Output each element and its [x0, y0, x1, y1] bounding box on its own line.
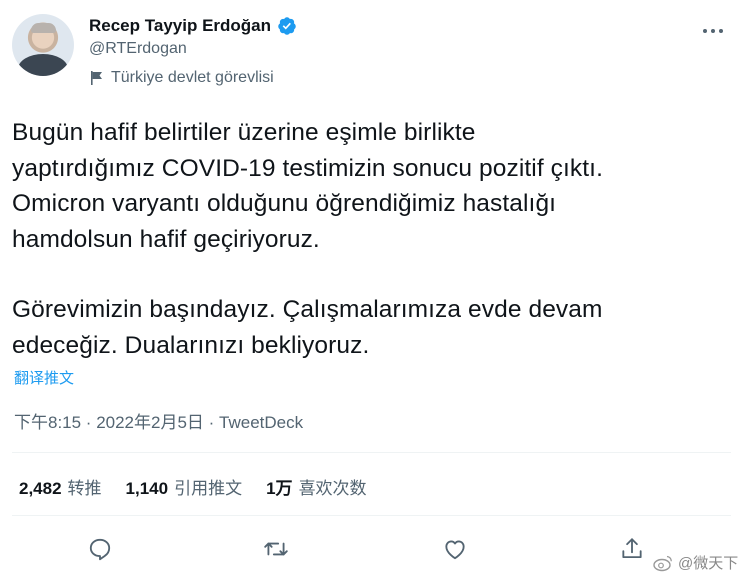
more-icon-dot [703, 29, 707, 33]
translate-link[interactable]: 翻译推文 [14, 367, 74, 388]
heart-icon [445, 540, 465, 560]
weibo-logo-icon [653, 555, 672, 571]
handle[interactable]: @RTErdogan [89, 40, 187, 58]
tweet-line: hamdolsun hafif geçiriyoruz. [12, 225, 320, 253]
avatar[interactable] [12, 14, 74, 76]
avatar-hair [31, 23, 56, 33]
quotes-label: 引用推文 [174, 479, 243, 498]
retweets-label: 转推 [67, 479, 102, 498]
reply-button[interactable] [83, 532, 117, 566]
retweets-count: 2,482 [19, 479, 62, 498]
tweet-line: Omicron varyantı olduğunu öğrendiğimiz h… [12, 190, 557, 217]
like-button[interactable] [438, 532, 472, 566]
tweet-line: Bugün hafif belirtiler üzerine eşimle bi… [12, 119, 476, 146]
tweet-line: edeceğiz. Dualarınızı bekliyoruz. [12, 331, 370, 359]
action-bar [0, 532, 743, 568]
stats-row: 2,482 转推 1,140 引用推文 1万 喜欢次数 [19, 474, 367, 499]
flag-icon [91, 71, 102, 85]
display-name[interactable]: Recep Tayyip Erdoğan [89, 16, 271, 36]
watermark-text: @微天下 [678, 555, 739, 572]
share-icon [622, 538, 642, 559]
likes-label: 喜欢次数 [298, 479, 367, 498]
divider [12, 452, 731, 453]
verified-badge-icon [278, 17, 296, 35]
name-row: Recep Tayyip Erdoğan [89, 14, 297, 38]
account-label: Türkiye devlet görevlisi [89, 69, 274, 87]
more-button[interactable] [698, 16, 728, 46]
quotes-stat[interactable]: 1,140 引用推文 [126, 474, 243, 499]
tweet-meta[interactable]: 下午8:15 · 2022年2月5日 · TweetDeck [14, 408, 303, 433]
likes-count: 1万 [266, 479, 293, 498]
retweet-button[interactable] [259, 532, 293, 566]
reply-icon [89, 538, 111, 561]
likes-stat[interactable]: 1万 喜欢次数 [266, 474, 366, 499]
retweets-stat[interactable]: 2,482 转推 [19, 474, 102, 499]
watermark: @微天下 [652, 552, 738, 573]
retweet-icon [264, 542, 288, 556]
tweet-header: Recep Tayyip Erdoğan @RTErdogan Türkiye … [12, 12, 732, 92]
quotes-count: 1,140 [125, 479, 169, 498]
tweet-text: Bugün hafif belirtiler üzerine eşimle bi… [12, 115, 724, 363]
divider [12, 515, 731, 516]
tweet-line: yaptırdığımız COVID-19 testimizin sonucu… [12, 154, 603, 182]
tweet-line: Görevimizin başındayız. Çalışmalarımıza … [12, 296, 603, 323]
more-icon-dot [711, 29, 715, 33]
share-button[interactable] [615, 532, 649, 566]
avatar-suit [18, 54, 68, 76]
account-label-text: Türkiye devlet görevlisi [111, 69, 274, 86]
more-icon-dot [719, 29, 723, 33]
